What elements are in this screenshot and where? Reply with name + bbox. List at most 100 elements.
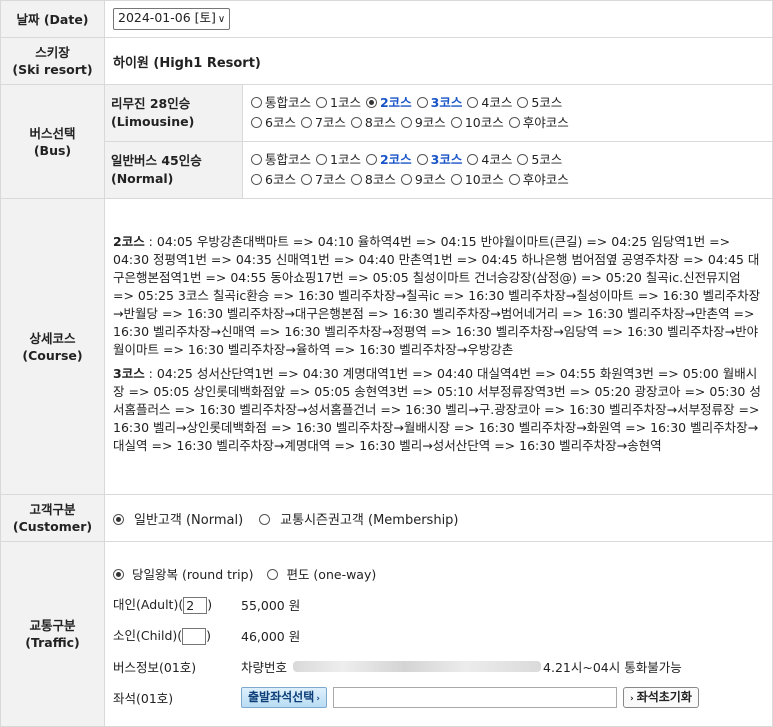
course-radio-label: 3코스 [430,152,463,167]
course-radio-option[interactable]: 6코스 [251,113,296,133]
course-detail: 2코스 : 04:05 우방강촌대백마트 => 04:10 율하역4번 => 0… [104,198,773,495]
radio-button[interactable] [113,568,124,580]
course-radio-option[interactable]: 10코스 [450,170,504,190]
normal-course-options: 통합코스 1코스 2코스 3코스 4코스 5코스 6코스 7코스 8코스 9코스 10코스 후야코스 [242,141,773,199]
radio-button[interactable] [450,117,462,128]
radio-button[interactable] [350,174,362,185]
radio-button[interactable] [350,117,362,128]
radio-button[interactable] [259,513,271,525]
radio-button[interactable] [251,154,262,165]
course-radio-option[interactable]: 후야코스 [508,170,569,190]
course-radio-option[interactable]: 8코스 [350,170,396,190]
course-radio-label: 7코스 [314,172,346,187]
customer-radio-option[interactable]: 교통시즌권고객 (Membership) [259,509,459,528]
course-radio-option[interactable]: 7코스 [300,113,346,133]
course-radio-option[interactable]: 10코스 [450,113,504,133]
radio-button[interactable] [113,513,124,525]
course-label-ko: 상세코스 [29,330,76,346]
chevron-down-icon: ∨ [217,14,226,25]
trip-radio-option[interactable]: 편도 (one-way) [267,564,376,583]
radio-button[interactable] [316,97,328,108]
bus-label-ko: 버스선택 [29,125,76,141]
radio-button[interactable] [300,174,312,185]
radio-button[interactable] [416,154,428,165]
course-radio-option[interactable]: 5코스 [517,150,562,170]
trip-type-row: 당일왕복 (round trip) 편도 (one-way) [113,558,764,589]
radio-button[interactable] [400,117,412,128]
adult-qty-input[interactable]: 2 [183,597,208,614]
customer-radio-option[interactable]: 일반고객 (Normal) [113,509,243,528]
radio-button[interactable] [450,174,462,185]
course-radio-option[interactable]: 7코스 [300,170,346,190]
radio-button[interactable] [316,154,328,165]
course-radio-option[interactable]: 1코스 [316,93,361,113]
course-radio-label: 5코스 [531,152,563,167]
seat-input[interactable] [332,686,617,708]
course-radio-label: 2코스 [379,95,412,110]
radio-button[interactable] [365,97,377,108]
radio-button[interactable] [416,97,428,108]
radio-button[interactable] [508,174,520,185]
course-label: 상세코스 (Course) [0,198,105,495]
radio-button[interactable] [251,117,262,128]
course-radio-option[interactable]: 6코스 [251,170,296,190]
radio-button[interactable] [467,154,479,165]
traffic-label-en: (Traffic) [25,635,80,650]
bus-type-name: 리무진 28인승 [111,96,191,111]
course-radio-line: 통합코스 1코스 2코스 3코스 4코스 5코스 [251,93,764,113]
radio-button[interactable] [365,154,377,165]
radio-button[interactable] [267,568,279,580]
bus-info-row: 버스정보(01호) 차량번호 4.21시~04시 통화불가능 [113,651,764,682]
ski-resort-value: 하이원 (High1 Resort) [104,37,773,85]
course-radio-option[interactable]: 3코스 [416,93,463,113]
course-radio-option[interactable]: 5코스 [517,93,562,113]
reset-seat-button[interactable]: › 좌석초기화 [622,686,699,708]
radio-button[interactable] [251,97,262,108]
child-qty-input[interactable] [182,628,207,645]
course-radio-label: 10코스 [464,172,504,187]
radio-button[interactable] [508,117,520,128]
date-select[interactable]: 2024-01-06 [토] ∨ [113,8,231,30]
radio-button[interactable] [517,97,529,108]
course-radio-label: 3코스 [430,95,463,110]
customer-radio-label: 교통시즌권고객 (Membership) [280,512,459,528]
course-3-detail: 3코스 : 04:25 성서산단역1번 => 04:30 계명대역1번 => 0… [113,365,764,455]
child-qty-group: 소인(Child)() [113,625,241,645]
course-radio-option[interactable]: 9코스 [400,113,446,133]
course-radio-option[interactable]: 1코스 [316,150,361,170]
bus-type-name-en: (Normal) [111,171,174,186]
course-radio-option[interactable]: 2코스 [365,150,412,170]
bus-type-name: 일반버스 45인승 [111,153,202,168]
trip-radio-option[interactable]: 당일왕복 (round trip) [113,564,253,583]
customer-label-ko: 고객구분 [29,502,76,517]
radio-button[interactable] [251,174,262,185]
ski-resort-label-en: (Ski resort) [12,62,93,77]
course-radio-option[interactable]: 3코스 [416,150,463,170]
course-2-stops: : 04:05 우방강촌대백마트 => 04:10 율하역4번 => 04:15… [113,233,761,357]
child-row: 소인(Child)() 46,000 원 [113,620,764,651]
redacted-bus-details [293,660,542,672]
radio-button[interactable] [467,97,479,108]
seat-row: 좌석(01호) 출발좌석선택 › › 좌석초기화 [113,682,764,713]
course-radio-option[interactable]: 4코스 [467,93,512,113]
select-departure-seat-button[interactable]: 출발좌석선택 › [241,686,327,708]
customer-options: 일반고객 (Normal) 교통시즌권고객 (Membership) [104,494,773,542]
radio-button[interactable] [517,154,529,165]
course-radio-label: 1코스 [330,95,361,110]
course-radio-option[interactable]: 후야코스 [508,113,569,133]
limousine-course-options: 통합코스 1코스 2코스 3코스 4코스 5코스 6코스 7코스 8코스 9코스 10코스 후야코스 [242,84,773,142]
radio-button[interactable] [400,174,412,185]
seat-label: 좌석(01호) [113,690,174,706]
course-radio-option[interactable]: 통합코스 [251,93,311,113]
course-radio-option[interactable]: 통합코스 [251,150,311,170]
reset-seat-label: 좌석초기화 [636,689,692,704]
course-radio-option[interactable]: 2코스 [365,93,412,113]
course-3-stops: : 04:25 성서산단역1번 => 04:30 계명대역1번 => 04:40… [113,365,761,453]
traffic-label: 교통구분 (Traffic) [0,541,105,727]
date-select-value: 2024-01-06 [토] [118,10,216,25]
chevron-right-icon: › [629,693,634,704]
course-radio-option[interactable]: 9코스 [400,170,446,190]
course-radio-option[interactable]: 8코스 [350,113,396,133]
course-radio-option[interactable]: 4코스 [467,150,512,170]
radio-button[interactable] [300,117,312,128]
